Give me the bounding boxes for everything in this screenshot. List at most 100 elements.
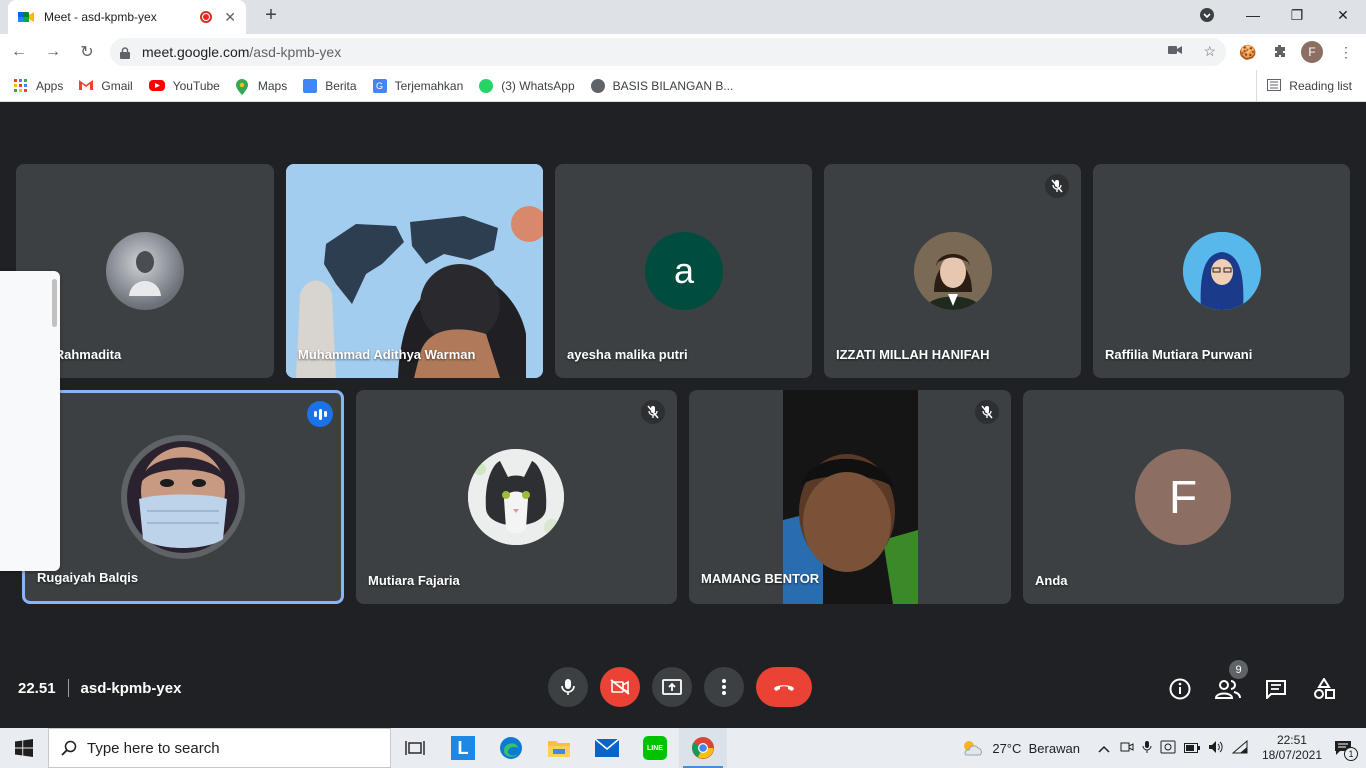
whatsapp-icon <box>479 78 494 93</box>
participant-count-badge: 9 <box>1229 660 1248 679</box>
reload-button[interactable]: ↻ <box>72 37 102 67</box>
url-path: /asd-kpmb-yex <box>249 44 342 60</box>
chat-button[interactable] <box>1263 676 1289 702</box>
participant-name: Anda <box>1035 573 1068 588</box>
mic-off-icon <box>1045 174 1069 198</box>
wifi-icon[interactable] <box>1231 739 1248 757</box>
url-host: meet.google.com <box>142 44 250 60</box>
participant-tile-self[interactable]: F Anda <box>1023 390 1344 604</box>
mail-icon <box>595 739 619 757</box>
clock-time: 22:51 <box>1276 733 1307 747</box>
participant-tile[interactable]: a ayesha malika putri <box>555 164 812 378</box>
taskbar-app-l[interactable]: L <box>439 728 487 768</box>
microphone-icon <box>561 679 575 695</box>
browser-tab[interactable]: Meet - asd-kpmb-yex ✕ <box>8 0 246 34</box>
info-icon <box>1169 678 1191 700</box>
taskbar-file-explorer[interactable] <box>535 728 583 768</box>
bookmark-whatsapp[interactable]: (3) WhatsApp <box>479 78 575 93</box>
tab-search-button[interactable] <box>1184 0 1230 30</box>
address-bar[interactable]: meet.google.com/asd-kpmb-yex ☆ <box>110 38 1226 66</box>
participant-tile[interactable]: Raffilia Mutiara Purwani <box>1093 164 1350 378</box>
action-center-button[interactable]: 1 <box>1332 737 1358 761</box>
microphone-tray-icon[interactable] <box>1142 740 1152 757</box>
reading-list-label: Reading list <box>1289 79 1352 93</box>
extensions-icon[interactable] <box>1268 40 1292 64</box>
floating-side-panel[interactable] <box>0 271 60 571</box>
lock-icon <box>120 46 130 59</box>
bookmark-maps[interactable]: Maps <box>235 78 288 95</box>
meeting-details-button[interactable] <box>1167 676 1193 702</box>
participant-initial-avatar: a <box>645 232 723 310</box>
globe-icon <box>590 78 605 93</box>
close-tab-icon[interactable]: ✕ <box>224 9 236 26</box>
bookmark-star-icon[interactable]: ☆ <box>1203 43 1216 60</box>
show-hidden-icons-icon[interactable] <box>1098 741 1110 756</box>
participant-tile[interactable]: IZZATI MILLAH HANIFAH <box>824 164 1081 378</box>
activities-shapes-icon <box>1314 678 1335 699</box>
camera-off-button[interactable] <box>600 667 640 707</box>
menu-kebab-icon[interactable]: ⋮ <box>1334 40 1358 64</box>
taskbar-line[interactable]: LINE <box>631 728 679 768</box>
more-options-button[interactable] <box>704 667 744 707</box>
back-button[interactable]: ← <box>4 37 34 67</box>
taskbar-search-box[interactable]: Type here to search <box>48 728 391 768</box>
participant-avatar <box>106 232 184 310</box>
profile-avatar[interactable]: F <box>1301 41 1323 63</box>
participant-video-tile[interactable]: MAMANG BENTOR <box>689 390 1011 604</box>
bookmarks-bar: Apps Gmail YouTube Maps Berita G Terjemah… <box>0 70 1366 102</box>
minimize-button[interactable]: — <box>1230 0 1276 30</box>
gmail-icon <box>79 79 94 93</box>
close-window-button[interactable]: ✕ <box>1320 0 1366 30</box>
notification-count: 1 <box>1344 747 1358 761</box>
microphone-button[interactable] <box>548 667 588 707</box>
taskbar-edge[interactable] <box>487 728 535 768</box>
taskbar-mail[interactable] <box>583 728 631 768</box>
participant-avatar <box>468 449 564 545</box>
people-button[interactable] <box>1215 676 1241 702</box>
participant-tile[interactable]: Mutiara Fajaria <box>356 390 677 604</box>
new-tab-button[interactable]: + <box>260 4 282 27</box>
bookmark-apps[interactable]: Apps <box>14 78 63 93</box>
forward-button[interactable]: → <box>38 37 68 67</box>
bookmark-label: Maps <box>257 78 288 93</box>
webcam-tray-icon[interactable] <box>1160 740 1176 757</box>
taskbar-clock[interactable]: 22:51 18/07/2021 <box>1262 733 1322 763</box>
navigation-bar: ← → ↻ meet.google.com/asd-kpmb-yex ☆ <box>0 34 1366 70</box>
more-vert-icon <box>722 679 726 695</box>
participant-name: Mutiara Fajaria <box>368 573 460 588</box>
l-app-icon: L <box>451 736 475 760</box>
bookmark-label: Berita <box>325 78 357 93</box>
leave-call-button[interactable] <box>756 667 812 707</box>
hang-up-icon <box>774 685 794 691</box>
bookmark-terjemahkan[interactable]: G Terjemahkan <box>372 78 463 93</box>
participant-video-tile[interactable]: Muhammad Adithya Warman <box>286 164 543 378</box>
taskbar-chrome[interactable] <box>679 728 727 768</box>
side-panel-scrollbar[interactable] <box>52 279 57 327</box>
bookmark-basis-bilangan[interactable]: BASIS BILANGAN B... <box>590 78 733 93</box>
youtube-icon <box>148 80 165 91</box>
people-icon <box>1215 680 1241 699</box>
search-icon <box>61 740 77 756</box>
meeting-code: asd-kpmb-yex <box>80 679 182 697</box>
volume-icon[interactable] <box>1208 740 1224 757</box>
present-screen-button[interactable] <box>652 667 692 707</box>
battery-icon[interactable] <box>1183 741 1200 756</box>
translate-icon: G <box>372 78 387 93</box>
present-icon <box>662 679 682 695</box>
bookmark-berita[interactable]: Berita <box>303 78 357 93</box>
bookmark-youtube[interactable]: YouTube <box>148 79 220 93</box>
cookie-extension-icon[interactable]: 🍪 <box>1236 40 1260 64</box>
start-button[interactable] <box>0 728 48 768</box>
meet-favicon <box>18 10 34 24</box>
self-initial-avatar: F <box>1135 449 1231 545</box>
activities-button[interactable] <box>1311 676 1337 702</box>
camera-tray-icon[interactable] <box>1120 741 1134 756</box>
camera-in-use-icon[interactable] <box>1168 43 1182 59</box>
restore-button[interactable]: ❐ <box>1274 0 1320 30</box>
bookmark-gmail[interactable]: Gmail <box>79 79 133 93</box>
reading-list-button[interactable]: Reading list <box>1256 70 1352 102</box>
weather-text[interactable]: 27°C Berawan <box>992 741 1080 756</box>
weather-partly-cloudy-icon <box>964 741 983 756</box>
participant-tile-active-speaker[interactable]: Rugaiyah Balqis <box>22 390 344 604</box>
task-view-button[interactable] <box>391 728 439 768</box>
